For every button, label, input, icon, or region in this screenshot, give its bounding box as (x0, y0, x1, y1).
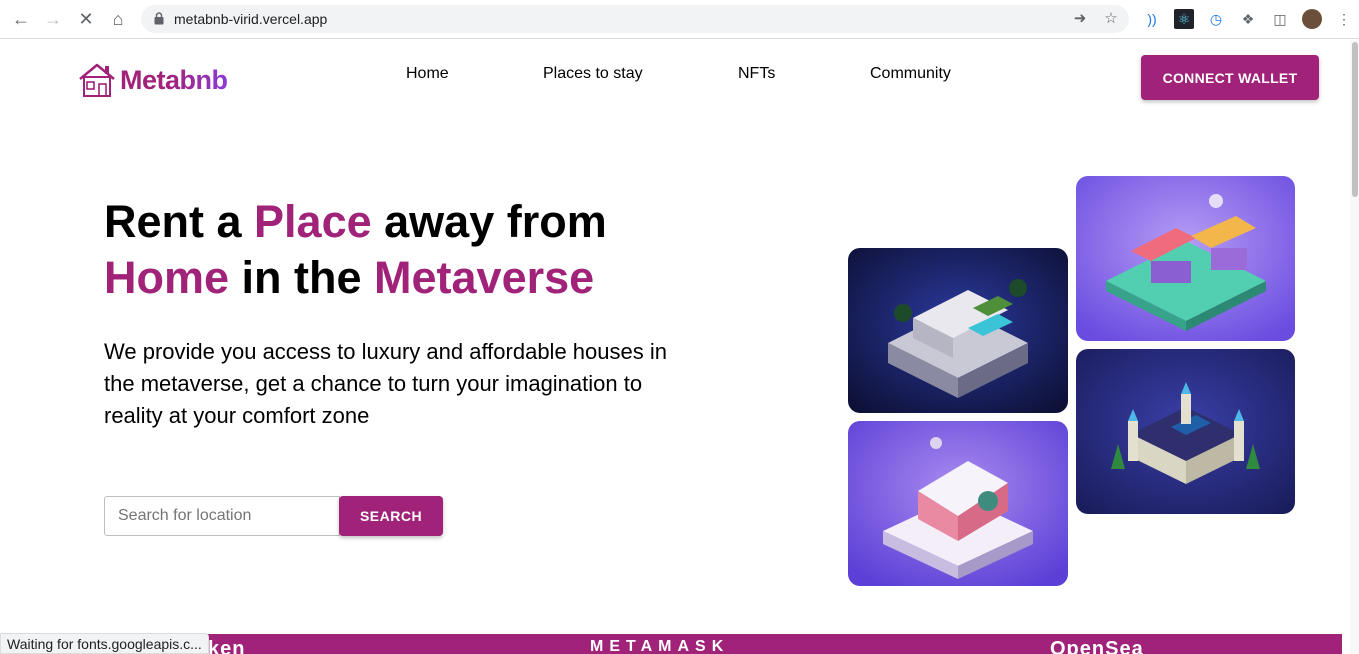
logo-text: Metabnb (120, 64, 228, 95)
page: Metabnb Home Places to stay NFTs Communi… (0, 40, 1359, 654)
status-bar: Waiting for fonts.googleapis.c... (0, 633, 209, 654)
extension-timer-icon[interactable]: ◷ (1206, 9, 1226, 29)
side-panel-icon[interactable]: ◫ (1270, 9, 1290, 29)
address-bar[interactable]: metabnb-virid.vercel.app ➜ ☆ (141, 5, 1129, 33)
villa-image (848, 248, 1068, 413)
bookmark-star-icon[interactable]: ☆ (1102, 10, 1120, 28)
lock-icon (154, 12, 164, 25)
forward-icon[interactable]: → (42, 8, 64, 30)
nav-nfts[interactable]: NFTs (738, 65, 775, 83)
browser-toolbar: ← → ✕ ⌂ metabnb-virid.vercel.app ➜ ☆ )) … (0, 0, 1359, 39)
react-devtools-icon[interactable]: ⚛ (1174, 9, 1194, 29)
back-icon[interactable]: ← (10, 8, 32, 30)
profile-avatar[interactable] (1302, 9, 1322, 29)
headline-accent: Place (254, 196, 372, 247)
browser-menu-icon[interactable]: ⋮ (1334, 9, 1354, 29)
castle-image (1076, 349, 1295, 514)
hero-headline: Rent a Place away from Home in the Metave… (104, 194, 704, 306)
site-logo[interactable]: Metabnb (78, 60, 228, 100)
extensions-puzzle-icon[interactable]: ❖ (1238, 9, 1258, 29)
opensea-logo: OpenSea (1050, 638, 1144, 654)
search-button[interactable]: SEARCH (339, 496, 443, 536)
headline-accent: Metaverse (374, 252, 595, 303)
house-logo-icon (79, 63, 115, 97)
extension-wave-icon[interactable]: )) (1142, 9, 1162, 29)
home-icon[interactable]: ⌂ (107, 8, 129, 30)
nav-home[interactable]: Home (406, 65, 449, 83)
market-stall-image (1076, 176, 1295, 341)
connect-wallet-button[interactable]: CONNECT WALLET (1141, 55, 1319, 100)
headline-text: in the (229, 252, 375, 303)
hero-subtext: We provide you access to luxury and affo… (104, 339, 667, 428)
nav-places-to-stay[interactable]: Places to stay (543, 65, 643, 83)
headline-text: Rent a (104, 196, 255, 247)
headline-accent: Home (104, 252, 230, 303)
stop-loading-icon[interactable]: ✕ (75, 8, 97, 30)
location-search-input[interactable]: Search for location (104, 496, 340, 536)
share-icon[interactable]: ➜ (1071, 10, 1089, 28)
headline-text: away from (371, 196, 607, 247)
page-scrollbar-thumb[interactable] (1352, 42, 1358, 197)
winter-cabin-image (848, 421, 1068, 586)
metamask-logo: METAMASK (590, 638, 730, 654)
url-text: metabnb-virid.vercel.app (174, 11, 328, 27)
nav-community[interactable]: Community (870, 65, 951, 83)
